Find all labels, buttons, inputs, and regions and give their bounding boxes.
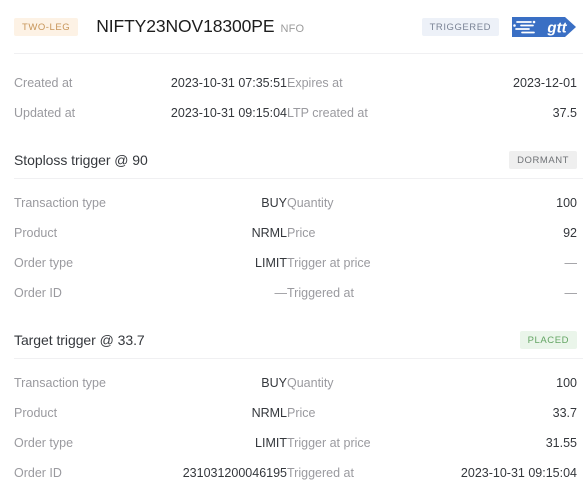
exchange-label: NFO (280, 23, 305, 35)
field-label: Price (287, 226, 316, 240)
field-transaction-type: Transaction type BUY (14, 376, 287, 390)
page-title: NIFTY23NOV18300PE (96, 16, 275, 36)
field-value: 100 (556, 196, 577, 210)
table-row: Product NRML Price 33.7 (14, 398, 577, 428)
table-row: Order ID 231031200046195 Triggered at 20… (14, 458, 577, 488)
field-order-id: Order ID 231031200046195 (14, 466, 287, 480)
gtt-logo: gtt (512, 16, 576, 37)
field-label: Transaction type (14, 196, 106, 210)
table-row: Order type LIMIT Trigger at price 31.55 (14, 428, 577, 458)
field-order-type: Order type LIMIT (14, 436, 287, 450)
panel-header: TWO-LEG NIFTY23NOV18300PE NFO TRIGGERED … (0, 0, 583, 53)
status-badge-triggered: TRIGGERED (421, 17, 499, 36)
field-label: Price (287, 406, 316, 420)
field-label: Trigger at price (287, 436, 371, 450)
field-quantity: Quantity 100 (287, 376, 577, 390)
field-updated-at: Updated at 2023-10-31 09:15:04 (14, 106, 287, 120)
summary-rows: Created at 2023-10-31 07:35:51 Expires a… (0, 68, 583, 128)
field-price: Price 92 (287, 226, 577, 240)
field-label: Product (14, 226, 58, 240)
section-header-stoploss: Stoploss trigger @ 90 DORMANT (0, 142, 583, 178)
field-label: Quantity (287, 376, 334, 390)
status-badge-placed: PLACED (519, 331, 577, 349)
field-label: Transaction type (14, 376, 106, 390)
field-label: Trigger at price (287, 256, 371, 270)
field-value: 31.55 (545, 436, 577, 450)
table-row: Transaction type BUY Quantity 100 (14, 368, 577, 398)
field-label: Expires at (287, 76, 343, 90)
field-created-at: Created at 2023-10-31 07:35:51 (14, 76, 287, 90)
status-badge-dormant: DORMANT (509, 151, 577, 169)
field-value: — (564, 256, 578, 270)
field-value: 2023-12-01 (513, 76, 577, 90)
field-ltp-created-at: LTP created at 37.5 (287, 106, 577, 120)
field-value: BUY (261, 376, 287, 390)
field-label: Updated at (14, 106, 76, 120)
instrument-title-group: NIFTY23NOV18300PE NFO (96, 16, 421, 37)
field-label: Product (14, 406, 58, 420)
field-quantity: Quantity 100 (287, 196, 577, 210)
two-leg-badge: TWO-LEG (14, 17, 79, 36)
field-label: Order type (14, 256, 74, 270)
target-rows: Transaction type BUY Quantity 100 Produc… (0, 368, 583, 488)
field-expires-at: Expires at 2023-12-01 (287, 76, 577, 90)
field-value: 100 (556, 376, 577, 390)
stoploss-rows: Transaction type BUY Quantity 100 Produc… (0, 188, 583, 308)
field-label: Created at (14, 76, 73, 90)
field-label: Triggered at (287, 286, 354, 300)
field-price: Price 33.7 (287, 406, 577, 420)
table-row: Order type LIMIT Trigger at price — (14, 248, 577, 278)
field-triggered-at: Triggered at — (287, 286, 577, 300)
field-value: 37.5 (552, 106, 577, 120)
table-row: Order ID — Triggered at — (14, 278, 577, 308)
gtt-order-detail-panel: TWO-LEG NIFTY23NOV18300PE NFO TRIGGERED … (0, 0, 583, 500)
summary-row: Updated at 2023-10-31 09:15:04 LTP creat… (14, 98, 577, 128)
field-product: Product NRML (14, 406, 287, 420)
field-label: Order ID (14, 286, 62, 300)
field-label: Order type (14, 436, 74, 450)
field-value: 231031200046195 (182, 466, 287, 480)
section-header-target: Target trigger @ 33.7 PLACED (0, 322, 583, 358)
gtt-logo-text: gtt (546, 19, 567, 36)
field-value: — (564, 286, 578, 300)
table-row: Product NRML Price 92 (14, 218, 577, 248)
field-value: 2023-10-31 09:15:04 (460, 466, 577, 480)
summary-row: Created at 2023-10-31 07:35:51 Expires a… (14, 68, 577, 98)
field-trigger-at-price: Trigger at price 31.55 (287, 436, 577, 450)
field-value: — (274, 286, 288, 300)
field-order-id: Order ID — (14, 286, 287, 300)
field-value: 2023-10-31 09:15:04 (170, 106, 287, 120)
table-row: Transaction type BUY Quantity 100 (14, 188, 577, 218)
field-value: NRML (251, 406, 287, 420)
field-value: BUY (261, 196, 287, 210)
field-value: LIMIT (255, 436, 287, 450)
field-value: NRML (251, 226, 287, 240)
field-order-type: Order type LIMIT (14, 256, 287, 270)
field-trigger-at-price: Trigger at price — (287, 256, 577, 270)
field-value: 33.7 (552, 406, 577, 420)
field-label: Quantity (287, 196, 334, 210)
field-value: 2023-10-31 07:35:51 (170, 76, 287, 90)
field-label: LTP created at (287, 106, 368, 120)
field-transaction-type: Transaction type BUY (14, 196, 287, 210)
field-triggered-at: Triggered at 2023-10-31 09:15:04 (287, 466, 577, 480)
section-title: Target trigger @ 33.7 (14, 332, 145, 348)
field-value: 92 (563, 226, 577, 240)
field-label: Triggered at (287, 466, 354, 480)
field-product: Product NRML (14, 226, 287, 240)
field-label: Order ID (14, 466, 62, 480)
field-value: LIMIT (255, 256, 287, 270)
section-title: Stoploss trigger @ 90 (14, 152, 148, 168)
